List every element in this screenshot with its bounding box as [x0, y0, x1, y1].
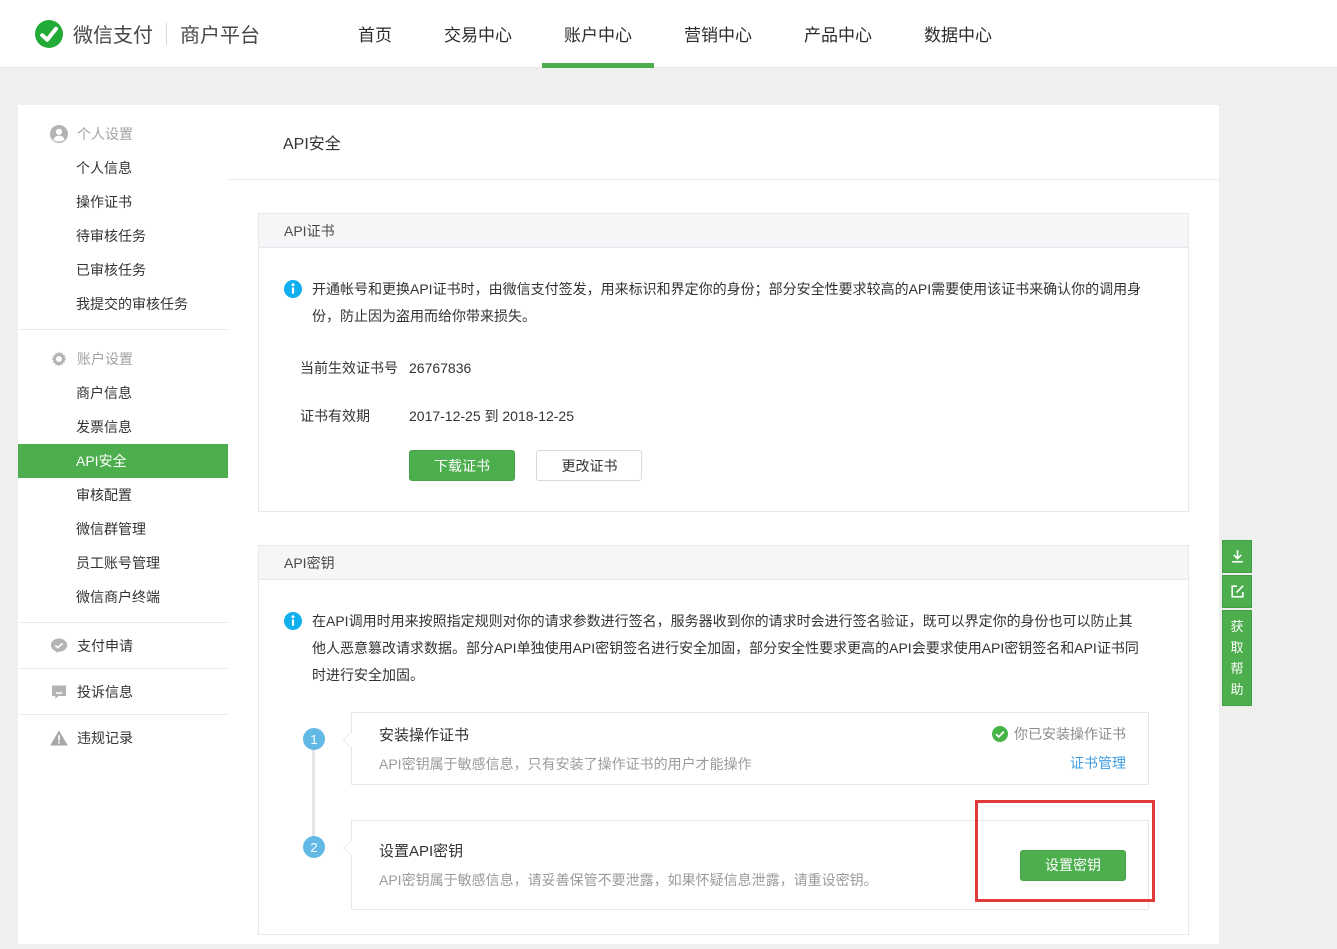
comment-icon	[50, 683, 68, 701]
sidebar-item-personal-info[interactable]: 个人信息	[18, 151, 228, 185]
step-1-text: 安装操作证书 API密钥属于敏感信息，只有安装了操作证书的用户才能操作	[352, 724, 752, 774]
sidebar-section-account-settings: 账户设置 商户信息 发票信息 API安全 审核配置 微信群管理 员工账号管理 微…	[18, 330, 228, 622]
sidebar-item-pending-review-tasks[interactable]: 待审核任务	[18, 219, 228, 253]
sidebar-item-invoice-info[interactable]: 发票信息	[18, 410, 228, 444]
api-cert-panel-title: API证书	[284, 221, 335, 241]
sidebar-section-title: 账户设置	[77, 349, 133, 369]
feedback-tool-button[interactable]	[1222, 575, 1252, 608]
step-2-action-area: 设置密钥	[1020, 850, 1148, 881]
brand-divider	[166, 23, 167, 45]
gear-icon	[50, 350, 68, 368]
sidebar-link-label: 支付申请	[77, 636, 133, 656]
api-key-steps: 1 安装操作证书 API密钥属于敏感信息，只有安装了操作证书的用户才能操作	[284, 712, 1163, 910]
sidebar-item-merchant-info[interactable]: 商户信息	[18, 376, 228, 410]
sidebar-section-personal-settings-header: 个人设置	[18, 117, 228, 151]
step-1-number: 1	[303, 728, 325, 750]
key-info-row: 在API调用时用来按照指定规则对你的请求参数进行签名，服务器收到你的请求时会进行…	[284, 608, 1163, 689]
sidebar-section-title: 个人设置	[77, 124, 133, 144]
step-set-api-key: 2 设置API密钥 API密钥属于敏感信息，请妥善保管不要泄露，如果怀疑信息泄露…	[284, 820, 1163, 910]
cert-info-row: 开通帐号和更换API证书时，由微信支付签发，用来标识和界定你的身份；部分安全性要…	[284, 276, 1163, 330]
sidebar-item-complaint-info[interactable]: 投诉信息	[18, 669, 228, 714]
warning-icon	[50, 729, 68, 747]
step-1-status-text: 你已安装操作证书	[1014, 724, 1126, 744]
sidebar-item-wechat-group-management[interactable]: 微信群管理	[18, 512, 228, 546]
edit-icon	[1229, 583, 1246, 600]
api-cert-panel-header: API证书	[259, 214, 1188, 248]
step-1-status-area: 你已安装操作证书 证书管理	[992, 724, 1148, 773]
download-cert-button[interactable]: 下载证书	[409, 450, 515, 481]
change-cert-button[interactable]: 更改证书	[536, 450, 642, 481]
cert-number-value: 26767836	[409, 360, 471, 376]
sidebar-item-operation-certificate[interactable]: 操作证书	[18, 185, 228, 219]
step-2-title: 设置API密钥	[379, 840, 878, 861]
api-cert-panel: API证书 开通帐号和更换API证书时，由微信支付签发，用来标识和界定你的身份；…	[258, 213, 1189, 512]
step-2-card: 设置API密钥 API密钥属于敏感信息，请妥善保管不要泄露，如果怀疑信息泄露，请…	[351, 820, 1149, 910]
step-2-number: 2	[303, 836, 325, 858]
step-1-card: 安装操作证书 API密钥属于敏感信息，只有安装了操作证书的用户才能操作 你已安装…	[351, 712, 1149, 785]
nav-item-product-center[interactable]: 产品中心	[782, 0, 894, 67]
download-icon	[1229, 548, 1246, 565]
cert-validity-label: 证书有效期	[300, 406, 409, 426]
nav-item-account-center[interactable]: 账户中心	[542, 0, 654, 67]
main-content: API安全 API证书 开通帐号和更换API证书时，由微信支付签发，用来标识和界…	[228, 105, 1219, 944]
nav-item-transaction-center[interactable]: 交易中心	[422, 0, 534, 67]
cert-number-label: 当前生效证书号	[300, 358, 409, 378]
sidebar-link-label: 违规记录	[77, 728, 133, 748]
sidebar-item-reviewed-tasks[interactable]: 已审核任务	[18, 253, 228, 287]
step-1-title: 安装操作证书	[379, 724, 752, 745]
sidebar-item-wechat-merchant-terminal[interactable]: 微信商户终端	[18, 580, 228, 614]
sidebar-item-my-submitted-review-tasks[interactable]: 我提交的审核任务	[18, 287, 228, 321]
info-icon	[284, 280, 302, 298]
api-cert-panel-body: 开通帐号和更换API证书时，由微信支付签发，用来标识和界定你的身份；部分安全性要…	[259, 248, 1188, 511]
api-key-panel-title: API密钥	[284, 553, 335, 573]
api-key-panel: API密钥 在API调用时用来按照指定规则对你的请求参数进行签名，服务器收到你的…	[258, 545, 1189, 935]
sidebar-section-account-settings-header: 账户设置	[18, 342, 228, 376]
api-key-panel-body: 在API调用时用来按照指定规则对你的请求参数进行签名，服务器收到你的请求时会进行…	[259, 580, 1188, 934]
step-2-text: 设置API密钥 API密钥属于敏感信息，请妥善保管不要泄露，如果怀疑信息泄露，请…	[352, 840, 878, 890]
step-2-desc: API密钥属于敏感信息，请妥善保管不要泄露，如果怀疑信息泄露，请重设密钥。	[379, 870, 878, 890]
chat-check-icon	[50, 637, 68, 655]
nav-item-data-center[interactable]: 数据中心	[902, 0, 1014, 67]
cert-number-row: 当前生效证书号26767836	[284, 358, 1163, 378]
step-1-status: 你已安装操作证书	[992, 724, 1126, 744]
cert-buttons-row: 下载证书 更改证书	[284, 450, 1163, 481]
sidebar-section-personal-settings: 个人设置 个人信息 操作证书 待审核任务 已审核任务 我提交的审核任务	[18, 105, 228, 329]
top-header: 微信支付 商户平台 首页 交易中心 账户中心 营销中心 产品中心 数据中心	[0, 0, 1337, 68]
key-info-text: 在API调用时用来按照指定规则对你的请求参数进行签名，服务器收到你的请求时会进行…	[312, 608, 1142, 689]
cert-validity-value: 2017-12-25 到 2018-12-25	[409, 408, 574, 424]
sidebar-item-payment-application[interactable]: 支付申请	[18, 623, 228, 668]
step-install-cert: 1 安装操作证书 API密钥属于敏感信息，只有安装了操作证书的用户才能操作	[284, 712, 1163, 785]
page-title-row: API安全	[228, 105, 1219, 180]
brand-subtitle: 商户平台	[180, 19, 260, 48]
set-api-key-button[interactable]: 设置密钥	[1020, 850, 1126, 881]
step-1-desc: API密钥属于敏感信息，只有安装了操作证书的用户才能操作	[379, 754, 752, 774]
sidebar-item-review-config[interactable]: 审核配置	[18, 478, 228, 512]
sidebar: 个人设置 个人信息 操作证书 待审核任务 已审核任务 我提交的审核任务 账户设置…	[18, 105, 228, 944]
get-help-button[interactable]: 获取帮助	[1222, 610, 1252, 706]
wechat-pay-logo-icon	[35, 20, 63, 48]
nav-item-home[interactable]: 首页	[336, 0, 414, 67]
cert-validity-row: 证书有效期2017-12-25 到 2018-12-25	[284, 406, 1163, 426]
sidebar-item-staff-account-management[interactable]: 员工账号管理	[18, 546, 228, 580]
brand-logo[interactable]: 微信支付 商户平台	[35, 19, 260, 48]
brand-name: 微信支付	[73, 19, 153, 48]
nav-item-marketing-center[interactable]: 营销中心	[662, 0, 774, 67]
sidebar-item-violation-records[interactable]: 违规记录	[18, 715, 228, 760]
info-icon	[284, 612, 302, 630]
float-toolbar: 获取帮助	[1222, 540, 1252, 706]
check-circle-icon	[992, 726, 1008, 742]
user-icon	[50, 125, 68, 143]
api-key-panel-header: API密钥	[259, 546, 1188, 580]
sidebar-link-label: 投诉信息	[77, 682, 133, 702]
main-nav: 首页 交易中心 账户中心 营销中心 产品中心 数据中心	[332, 0, 1018, 67]
download-tool-button[interactable]	[1222, 540, 1252, 573]
page-title: API安全	[283, 130, 341, 154]
sidebar-item-api-security[interactable]: API安全	[18, 444, 228, 478]
cert-info-text: 开通帐号和更换API证书时，由微信支付签发，用来标识和界定你的身份；部分安全性要…	[312, 276, 1142, 330]
cert-management-link[interactable]: 证书管理	[1070, 753, 1126, 773]
